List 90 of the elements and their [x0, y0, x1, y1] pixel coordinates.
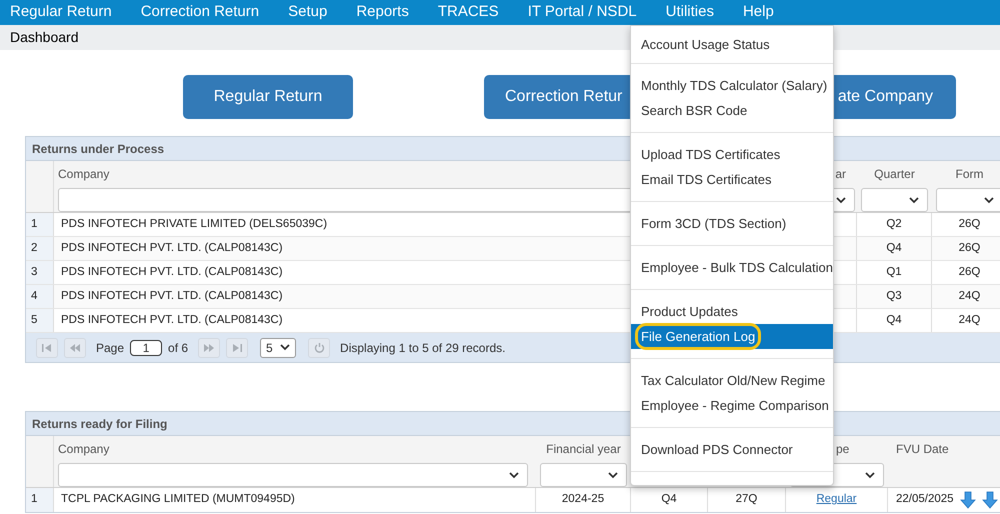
table-cell-text: 22/05/2025 [896, 492, 954, 508]
menu-bar-item[interactable]: Setup [288, 1, 328, 24]
menu-item[interactable]: Employee - Regime Comparison [631, 393, 833, 418]
menu-item-label: Upload TDS Certificates [640, 146, 782, 164]
column-header: ar [835, 166, 847, 183]
table-cell: 27Q [708, 488, 786, 512]
row-number: 5 [26, 309, 54, 332]
table-cell-text: 26Q [958, 240, 982, 256]
table-cell: TCPL PACKAGING LIMITED (MUMT09495D) [54, 488, 536, 512]
chevron-down-icon [509, 472, 519, 478]
menu-item[interactable]: Email TDS Certificates [631, 167, 833, 192]
menu-item[interactable]: Upload TDS Certificates [631, 142, 833, 167]
table-cell-text: 24Q [958, 288, 982, 304]
chevron-down-icon [608, 472, 618, 478]
filter-select[interactable] [861, 188, 928, 212]
menu-item-label: File Generation Log [638, 326, 758, 348]
refresh-button[interactable] [308, 338, 330, 358]
row-number: 1 [26, 488, 54, 512]
menu-bar-item[interactable]: Utilities [666, 1, 714, 24]
table-cell: Q4 [857, 237, 932, 260]
first-page-icon[interactable] [36, 338, 58, 358]
menu-item-label: Download PDS Connector [640, 440, 794, 459]
menu-bar-item[interactable]: Correction Return [140, 1, 260, 24]
menu-bar-item[interactable]: Regular Return [10, 1, 112, 24]
breadcrumb: Dashboard [10, 28, 78, 47]
table-cell-text: 26Q [958, 264, 982, 280]
filter-select[interactable] [936, 188, 1000, 212]
table-cell: Q3 [857, 285, 932, 308]
table-cell-text: 24Q [958, 312, 982, 328]
next-page-icon[interactable] [198, 338, 220, 358]
menu-item[interactable]: File Generation Log [631, 324, 833, 349]
page-field[interactable]: 1 [130, 340, 162, 356]
menu-bar-item[interactable]: Reports [356, 1, 409, 24]
table-cell: Q2 [857, 213, 932, 236]
table-cell: 2024-25 [536, 488, 631, 512]
records-status: Displaying 1 to 5 of 29 records. [340, 340, 506, 356]
menu-item-label: Account Usage Status [640, 36, 771, 54]
panel-title: Returns under Process [32, 140, 164, 158]
type-link[interactable]: Regular [816, 491, 857, 509]
column-header: pe [835, 441, 850, 458]
menu-bar-item[interactable]: TRACES [438, 1, 499, 24]
menu-item[interactable]: Tax Calculator Old/New Regime [631, 368, 833, 393]
table-cell: Q4 [857, 309, 932, 332]
download-arrow-icon[interactable] [960, 491, 976, 509]
column-header: Quarter [874, 166, 915, 183]
table-cell-text: PDS INFOTECH PVT. LTD. (CALP08143C) [60, 240, 284, 256]
column-header: FVU Date [896, 441, 950, 458]
column-header: Form [956, 166, 984, 183]
download-arrow-icon[interactable] [982, 491, 998, 509]
page-size-select[interactable]: 5 [260, 338, 296, 358]
row-number: 1 [26, 213, 54, 236]
menu-item-label: Form 3CD (TDS Section) [640, 214, 788, 233]
table-cell-text: PDS INFOTECH PRIVATE LIMITED (DELS65039C) [60, 216, 328, 232]
page-count: of 6 [168, 340, 188, 356]
menu-bar-item[interactable]: IT Portal / NSDL [528, 1, 637, 24]
row-number: 3 [26, 261, 54, 284]
table-cell-text: PDS INFOTECH PVT. LTD. (CALP08143C) [60, 288, 284, 304]
chevron-down-icon [836, 196, 846, 204]
page-label: Page [96, 340, 124, 356]
action-button[interactable]: Regular Return [183, 75, 353, 119]
row-number: 2 [26, 237, 54, 260]
row-number: 4 [26, 285, 54, 308]
table-cell-text: PDS INFOTECH PVT. LTD. (CALP08143C) [60, 312, 284, 328]
menu-bar-item[interactable]: Help [742, 1, 774, 24]
chevron-down-icon [909, 196, 919, 204]
table-cell-text: 26Q [958, 216, 982, 232]
column-header: Company [58, 441, 110, 458]
table-cell-text: PDS INFOTECH PVT. LTD. (CALP08143C) [60, 264, 284, 280]
column-header: Financial year [546, 441, 621, 458]
menu-item[interactable]: Form 3CD (TDS Section) [631, 211, 833, 236]
filter-select[interactable] [540, 463, 627, 487]
chevron-down-icon [984, 196, 994, 204]
menu-item[interactable]: Employee - Bulk TDS Calculation [631, 255, 833, 280]
previous-page-icon[interactable] [64, 338, 86, 358]
table-cell: Q4 [631, 488, 708, 512]
chevron-down-icon [280, 344, 290, 351]
menu-item[interactable]: Account Usage Status [631, 32, 833, 57]
column-header: Company [58, 166, 110, 183]
chevron-down-icon [865, 472, 875, 478]
menu-item[interactable]: Product Updates [631, 299, 833, 324]
last-page-icon[interactable] [226, 338, 248, 358]
menu-item-label: Tax Calculator Old/New Regime [640, 372, 826, 390]
filter-select[interactable] [58, 463, 528, 487]
panel-title: Returns ready for Filing [32, 416, 168, 432]
table-cell: Q1 [857, 261, 932, 284]
menu-item[interactable]: Download PDS Connector [631, 437, 833, 462]
menu-item-label: Email TDS Certificates [640, 170, 773, 189]
menu-item-label: Employee - Regime Comparison [640, 396, 830, 415]
menu-item-label: Employee - Bulk TDS Calculation [640, 258, 834, 277]
menu-item-label: Product Updates [640, 302, 739, 321]
